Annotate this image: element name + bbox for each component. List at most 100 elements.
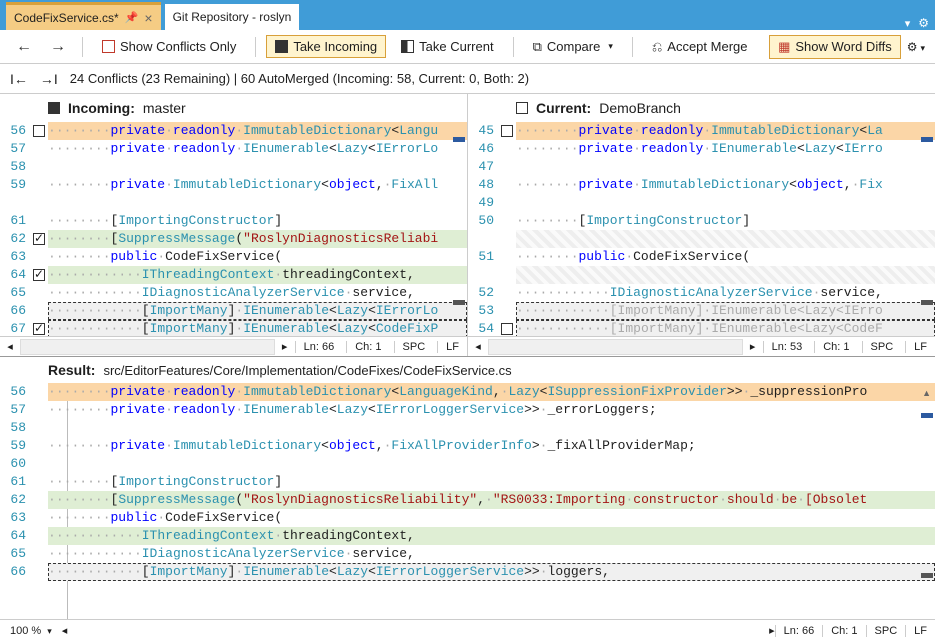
code-text[interactable]: ········public·CodeFixService( bbox=[48, 248, 467, 266]
close-icon[interactable]: × bbox=[144, 10, 152, 26]
result-label: Result: bbox=[48, 362, 95, 378]
code-line: 53 ············[ImportMany]·IEnumerable<… bbox=[468, 302, 935, 320]
line-number: 57 bbox=[0, 140, 30, 158]
show-conflicts-only-button[interactable]: Show Conflicts Only bbox=[93, 35, 245, 58]
gear-icon[interactable]: ⚙ bbox=[918, 16, 929, 30]
scroll-right-button[interactable]: ▸ bbox=[743, 340, 763, 353]
take-incoming-button[interactable]: Take Incoming bbox=[266, 35, 386, 58]
line-number: 53 bbox=[468, 302, 498, 320]
pin-icon[interactable]: 📌 bbox=[125, 11, 139, 24]
scroll-up-icon[interactable]: ▲ bbox=[922, 388, 931, 398]
code-text[interactable]: ········private·ImmutableDictionary<obje… bbox=[48, 176, 467, 194]
code-text[interactable]: ············IDiagnosticAnalyzerService·s… bbox=[516, 284, 935, 302]
h-scrollbar[interactable] bbox=[488, 339, 743, 355]
compare-button[interactable]: ⧉ Compare ▾ bbox=[524, 35, 622, 59]
checkbox-icon[interactable] bbox=[516, 102, 528, 114]
code-text[interactable]: ········private·ImmutableDictionary<obje… bbox=[48, 437, 935, 455]
minimap[interactable] bbox=[451, 122, 467, 316]
code-text[interactable]: ········[ImportingConstructor] bbox=[48, 212, 467, 230]
take-current-button[interactable]: Take Current bbox=[392, 35, 502, 58]
code-text[interactable]: ············[ImportMany]·IEnumerable<Laz… bbox=[48, 320, 467, 336]
incoming-code[interactable]: 56 ········private·readonly·ImmutableDic… bbox=[0, 122, 467, 336]
minimap[interactable]: ▲ bbox=[919, 383, 935, 599]
code-text[interactable] bbox=[48, 194, 467, 212]
checkbox-icon[interactable] bbox=[48, 102, 60, 114]
code-text[interactable]: ········[ImportingConstructor] bbox=[516, 212, 935, 230]
take-incoming-icon bbox=[275, 40, 288, 53]
prev-conflict-button[interactable]: I← bbox=[10, 71, 28, 87]
code-text[interactable]: ········private·ImmutableDictionary<obje… bbox=[516, 176, 935, 194]
code-text[interactable]: ········private·readonly·ImmutableDictio… bbox=[48, 383, 935, 401]
status-ln: Ln: 66 bbox=[295, 341, 343, 353]
line-checkbox[interactable] bbox=[33, 323, 45, 335]
code-text[interactable]: ········[ImportingConstructor] bbox=[48, 473, 935, 491]
line-number: 58 bbox=[0, 419, 30, 437]
code-text[interactable]: ········public·CodeFixService( bbox=[516, 248, 935, 266]
code-line: 57 ········private·readonly·IEnumerable<… bbox=[0, 140, 467, 158]
code-text[interactable]: ············IThreadingContext·threadingC… bbox=[48, 527, 935, 545]
line-checkbox[interactable] bbox=[33, 233, 45, 245]
status-spc: SPC bbox=[862, 341, 902, 353]
code-line: 64 ············IThreadingContext·threadi… bbox=[0, 527, 935, 545]
next-conflict-button[interactable]: →I bbox=[40, 71, 58, 87]
code-text[interactable]: ············[ImportMany]·IEnumerable<Laz… bbox=[48, 302, 467, 320]
line-checkbox[interactable] bbox=[33, 269, 45, 281]
code-text[interactable] bbox=[516, 230, 935, 248]
incoming-pane: Incoming: master 56 ········private·read… bbox=[0, 94, 467, 356]
code-text[interactable] bbox=[48, 419, 935, 437]
code-text[interactable]: ········private·readonly·ImmutableDictio… bbox=[48, 122, 467, 140]
nav-back-button[interactable]: ← bbox=[10, 36, 38, 58]
code-line: 66 ············[ImportMany]·IEnumerable<… bbox=[0, 302, 467, 320]
h-scrollbar[interactable] bbox=[20, 339, 275, 355]
code-text[interactable]: ········public·CodeFixService( bbox=[48, 509, 935, 527]
code-text[interactable]: ············IThreadingContext·threadingC… bbox=[48, 266, 467, 284]
code-text[interactable]: ········private·readonly·IEnumerable<Laz… bbox=[48, 401, 935, 419]
code-text[interactable] bbox=[516, 158, 935, 176]
result-code[interactable]: 56 ········private·readonly·ImmutableDic… bbox=[0, 383, 935, 619]
minimap[interactable] bbox=[919, 122, 935, 316]
code-text[interactable]: ············[ImportMany]·IEnumerable<Laz… bbox=[516, 320, 935, 336]
line-checkbox[interactable] bbox=[501, 125, 513, 137]
code-text[interactable] bbox=[48, 455, 935, 473]
code-line: 66 ············[ImportMany]·IEnumerable<… bbox=[0, 563, 935, 581]
status-ln: Ln: 66 bbox=[775, 625, 823, 637]
line-checkbox[interactable] bbox=[501, 323, 513, 335]
code-text[interactable] bbox=[516, 266, 935, 284]
document-tabs: CodeFixService.cs* 📌 × Git Repository - … bbox=[0, 0, 935, 30]
code-text[interactable]: ········private·readonly·IEnumerable<Laz… bbox=[516, 140, 935, 158]
separator bbox=[632, 37, 633, 57]
take-current-icon bbox=[401, 40, 414, 53]
code-text[interactable] bbox=[516, 194, 935, 212]
code-line: 52 ············IDiagnosticAnalyzerServic… bbox=[468, 284, 935, 302]
code-line: 61 ········[ImportingConstructor] bbox=[0, 212, 467, 230]
line-number: 49 bbox=[468, 194, 498, 212]
code-text[interactable]: ········[SuppressMessage("RoslynDiagnost… bbox=[48, 230, 467, 248]
chevron-down-icon[interactable]: ▾ bbox=[905, 17, 911, 30]
tab-git-repository[interactable]: Git Repository - roslyn bbox=[165, 4, 300, 30]
scroll-left-button[interactable]: ◂ bbox=[0, 340, 20, 353]
code-text[interactable] bbox=[48, 158, 467, 176]
code-text[interactable]: ········private·readonly·ImmutableDictio… bbox=[516, 122, 935, 140]
code-text[interactable]: ········private·readonly·IEnumerable<Laz… bbox=[48, 140, 467, 158]
scroll-right-button[interactable]: ▸ bbox=[275, 340, 295, 353]
accept-merge-button[interactable]: ⎌ Accept Merge bbox=[643, 35, 757, 59]
code-text[interactable]: ············IDiagnosticAnalyzerService·s… bbox=[48, 284, 467, 302]
nav-forward-button[interactable]: → bbox=[44, 36, 72, 58]
zoom-level[interactable]: 100 % ▾ bbox=[0, 625, 62, 637]
scroll-left-button[interactable]: ◂ bbox=[62, 624, 68, 637]
code-text[interactable]: ········[SuppressMessage("RoslynDiagnost… bbox=[48, 491, 935, 509]
current-code[interactable]: 45 ········private·readonly·ImmutableDic… bbox=[468, 122, 935, 336]
line-number bbox=[468, 230, 498, 248]
show-word-diffs-button[interactable]: ▦ Show Word Diffs bbox=[769, 35, 901, 59]
code-text[interactable]: ············[ImportMany]·IEnumerable<Laz… bbox=[516, 302, 935, 320]
line-number: 57 bbox=[0, 401, 30, 419]
line-checkbox[interactable] bbox=[33, 125, 45, 137]
scroll-left-button[interactable]: ◂ bbox=[468, 340, 488, 353]
code-text[interactable]: ············[ImportMany]·IEnumerable<Laz… bbox=[48, 563, 935, 581]
line-number: 62 bbox=[0, 230, 30, 248]
code-text[interactable]: ············IDiagnosticAnalyzerService·s… bbox=[48, 545, 935, 563]
tab-codefixservice[interactable]: CodeFixService.cs* 📌 × bbox=[6, 2, 161, 30]
code-line: 65 ············IDiagnosticAnalyzerServic… bbox=[0, 545, 935, 563]
line-number: 51 bbox=[468, 248, 498, 266]
gear-icon[interactable]: ⚙▾ bbox=[907, 40, 925, 54]
